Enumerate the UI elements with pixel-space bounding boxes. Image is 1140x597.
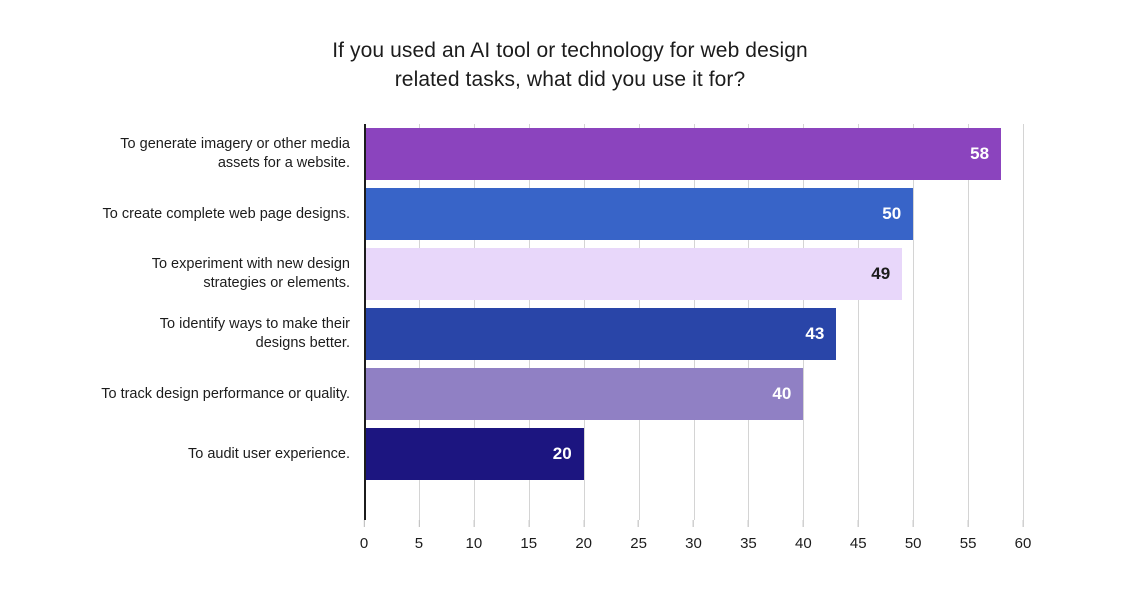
x-tick-label: 0 [359,535,369,552]
bar-band: 50 [364,184,1023,244]
bar-value-label-2: 49 [871,264,891,283]
x-tick-mark [693,520,694,527]
x-tick-mark [638,520,640,527]
bar-4[interactable]: 40 [364,368,804,420]
category-label-5: To audit user experience. [0,424,350,484]
x-tick-30: 30 [685,520,702,552]
x-tick-label: 25 [630,535,647,552]
chart-title: If you used an AI tool or technology for… [240,36,900,94]
bar-band: 20 [364,424,1023,484]
x-tick-label: 5 [414,535,424,552]
x-tick-label: 20 [575,535,592,552]
value-axis-ticks: 0 5 10 15 20 25 30 35 40 45 50 55 60 [360,520,1031,560]
x-tick-55: 55 [959,520,977,552]
gridline-60 [1023,124,1024,520]
bar-value-label-3: 43 [805,324,825,343]
x-tick-label: 35 [740,535,757,552]
axis-line-zero [364,124,366,520]
x-tick-mark [583,520,585,527]
category-label-3-line-1: To identify ways to make their [159,316,350,332]
x-tick-40: 40 [795,520,812,552]
plot-area: 58 50 49 43 40 20 [364,124,1024,520]
bar-band: 43 [364,304,1023,364]
bar-band: 40 [364,364,1023,424]
x-tick-label: 50 [904,535,922,552]
category-label-1-line-1: To create complete web page designs. [102,205,350,222]
category-label-0-line-1: To generate imagery or other media [120,136,350,152]
bar-value-label-1: 50 [882,204,902,223]
x-tick-label: 40 [794,535,812,552]
x-tick-0: 0 [360,520,368,552]
x-tick-50: 50 [905,520,922,552]
category-label-3-line-2: designs better. [255,335,350,351]
bar-value-label-4: 40 [772,384,792,403]
bar-value-label-0: 58 [970,144,990,163]
x-tick-mark [1022,520,1024,527]
category-label-2-line-1: To experiment with new design [151,256,350,272]
category-label-3: To identify ways to make their designs b… [0,304,350,364]
category-label-4-line-1: To track design performance or quality. [101,385,350,402]
x-tick-mark [967,520,969,527]
x-tick-60: 60 [1014,520,1032,552]
bar-chart: If you used an AI tool or technology for… [0,0,1140,597]
bar-3[interactable]: 43 [364,308,837,360]
bar-band: 49 [364,244,1023,304]
chart-title-line-1: If you used an AI tool or technology for… [332,39,808,62]
x-tick-mark [857,520,859,527]
x-tick-5: 5 [415,520,423,552]
bar-0[interactable]: 58 [364,128,1002,180]
bar-band: 58 [364,124,1023,184]
x-tick-label: 30 [685,535,702,552]
x-tick-mark [418,520,420,527]
category-axis-labels: To generate imagery or other media asset… [0,124,350,520]
x-tick-mark [802,520,804,527]
x-tick-mark [528,520,530,527]
x-tick-mark [747,520,749,527]
category-label-2-line-2: strategies or elements. [203,275,350,291]
category-label-0-line-2: assets for a website. [217,155,350,171]
x-tick-mark [363,520,365,527]
bars-group: 58 50 49 43 40 20 [364,124,1023,520]
category-label-4: To track design performance or quality. [0,364,350,424]
x-tick-mark [912,520,914,527]
x-tick-mark [473,520,475,527]
bar-1[interactable]: 50 [364,188,914,240]
x-tick-label: 10 [465,535,483,552]
x-tick-label: 55 [959,535,977,552]
x-tick-20: 20 [575,520,592,552]
chart-title-line-2: related tasks, what did you use it for? [394,68,746,91]
x-tick-10: 10 [465,520,482,552]
x-tick-label: 45 [849,535,867,552]
category-label-0: To generate imagery or other media asset… [0,124,350,184]
category-label-1: To create complete web page designs. [0,184,350,244]
x-tick-45: 45 [850,520,867,552]
x-tick-15: 15 [520,520,537,552]
x-tick-35: 35 [740,520,757,552]
bar-5[interactable]: 20 [364,428,584,480]
category-label-2: To experiment with new design strategies… [0,244,350,304]
category-label-5-line-1: To audit user experience. [187,445,350,462]
x-tick-label: 60 [1014,535,1032,552]
bar-2[interactable]: 49 [364,248,903,300]
x-tick-25: 25 [630,520,647,552]
x-tick-label: 15 [520,535,538,552]
bar-value-label-5: 20 [552,444,572,463]
